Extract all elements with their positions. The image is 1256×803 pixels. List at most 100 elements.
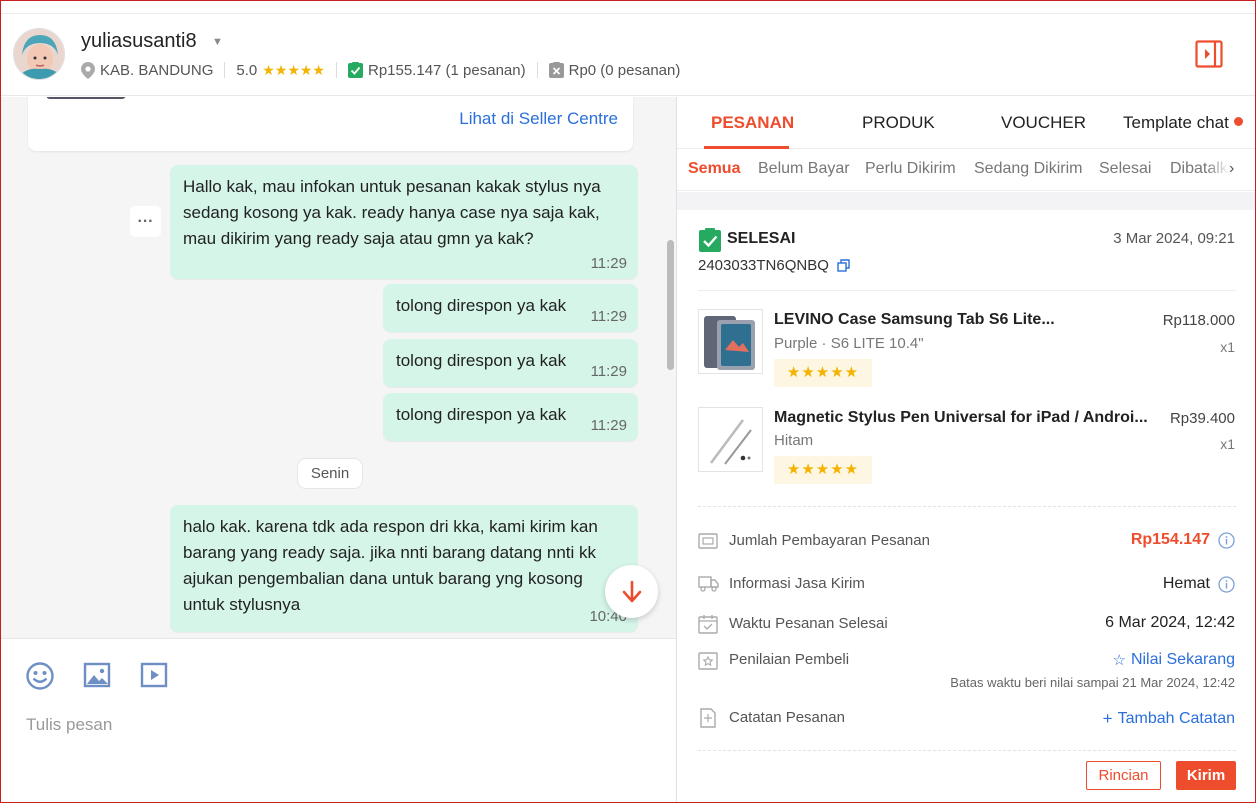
image-upload-icon[interactable] <box>83 661 113 691</box>
details-button[interactable]: Rincian <box>1086 761 1161 790</box>
divider <box>698 506 1236 507</box>
product-variant: Hitam <box>774 432 814 449</box>
order-complete-icon <box>699 228 721 257</box>
message-input[interactable] <box>26 713 646 737</box>
info-icon[interactable] <box>1218 575 1235 593</box>
day-separator: Senin <box>297 458 363 489</box>
message-bubble: tolong direspon ya kak 11:29 <box>383 284 638 332</box>
shipping-label: Informasi Jasa Kirim <box>729 575 865 592</box>
payment-label: Jumlah Pembayaran Pesanan <box>729 532 930 549</box>
info-icon[interactable] <box>1218 531 1235 549</box>
add-note-link[interactable]: Tambah Catatan <box>1118 710 1235 728</box>
message-text: tolong direspon ya kak <box>396 351 567 370</box>
order-status-filter: Semua Belum Bayar Perlu Dikirim Sedang D… <box>677 149 1256 191</box>
seller-centre-link[interactable]: Lihat di Seller Centre <box>459 109 618 129</box>
product-price: Rp118.000 <box>1162 312 1235 329</box>
section-spacer <box>677 192 1256 210</box>
divider <box>698 290 1236 291</box>
subtab-sedang-dikirim[interactable]: Sedang Dikirim <box>974 160 1082 178</box>
order-id: 2403033TN6QNBQ <box>698 257 829 274</box>
product-name[interactable]: LEVINO Case Samsung Tab S6 Lite... <box>774 311 1149 329</box>
product-image[interactable] <box>698 407 763 472</box>
payment-icon <box>698 531 718 556</box>
product-rating-stars: ★★★★★ <box>774 456 872 484</box>
message-time: 11:29 <box>590 255 627 272</box>
chat-messages[interactable]: Lihat di Seller Centre ··· Hallo kak, ma… <box>0 97 676 638</box>
video-upload-icon[interactable] <box>140 661 170 691</box>
message-time: 11:29 <box>590 417 627 434</box>
location-pin-icon <box>81 61 95 79</box>
avatar[interactable] <box>13 28 65 80</box>
plus-icon: + <box>1102 709 1113 728</box>
review-label: Penilaian Pembeli <box>729 651 850 668</box>
product-name[interactable]: Magnetic Stylus Pen Universal for iPad /… <box>774 409 1149 427</box>
cancelled-orders: Rp0 (0 pesanan) <box>568 61 681 79</box>
message-bubble: Hallo kak, mau infokan untuk pesanan kak… <box>170 165 638 279</box>
buyer-location: KAB. BANDUNG <box>100 61 214 79</box>
tab-pesanan[interactable]: PESANAN <box>711 113 794 133</box>
divider <box>335 62 337 78</box>
notes-action[interactable]: + Tambah Catatan <box>1103 709 1235 729</box>
message-more-button[interactable]: ··· <box>130 206 161 237</box>
product-quantity: x1 <box>1220 436 1235 452</box>
check-order-icon <box>347 62 363 78</box>
message-bubble: halo kak. karena tdk ada respon dri kka,… <box>170 505 638 632</box>
order-status: SELESAI <box>727 230 796 247</box>
product-thumbnail <box>46 97 126 99</box>
order-date: 3 Mar 2024, 09:21 <box>1113 230 1235 247</box>
product-variant: Purple · S6 LITE 10.4" <box>774 335 924 352</box>
chevron-right-icon[interactable]: › <box>1229 160 1234 178</box>
product-price: Rp39.400 <box>1169 410 1235 427</box>
product-card: Lihat di Seller Centre <box>28 97 633 151</box>
subtab-perlu-dikirim[interactable]: Perlu Dikirim <box>865 160 956 178</box>
message-text: tolong direspon ya kak <box>396 405 567 424</box>
tab-label: Template chat <box>1123 113 1229 132</box>
star-outline-icon: ☆ <box>1112 652 1126 669</box>
notes-label: Catatan Pesanan <box>729 709 845 726</box>
completed-time: 6 Mar 2024, 12:42 <box>1105 614 1235 631</box>
send-button[interactable]: Kirim <box>1176 761 1236 790</box>
divider <box>698 750 1236 751</box>
username: yuliasusanti8 <box>81 30 197 52</box>
calendar-icon <box>698 614 718 639</box>
review-action[interactable]: ☆ Nilai Sekarang <box>1112 651 1235 669</box>
review-icon <box>698 650 718 675</box>
subtab-selesai[interactable]: Selesai <box>1099 160 1151 178</box>
product-image[interactable] <box>698 309 763 374</box>
divider <box>536 62 538 78</box>
buyer-info: KAB. BANDUNG 5.0 ★★★★★ Rp155.147 (1 pesa… <box>81 60 680 80</box>
emoji-icon[interactable] <box>25 661 55 691</box>
shipping-value: Hemat <box>1163 575 1235 593</box>
tab-voucher[interactable]: VOUCHER <box>1001 113 1086 133</box>
message-composer <box>0 638 676 803</box>
chat-scrollbar[interactable] <box>667 240 674 370</box>
top-strip <box>0 0 1256 14</box>
chevron-down-icon[interactable]: ▼ <box>212 36 223 48</box>
note-icon <box>698 708 718 733</box>
copy-icon[interactable] <box>837 259 850 277</box>
product-quantity: x1 <box>1220 339 1235 355</box>
divider <box>224 62 226 78</box>
subtab-belum-bayar[interactable]: Belum Bayar <box>758 160 850 178</box>
truck-icon <box>698 574 720 597</box>
message-bubble: tolong direspon ya kak 11:29 <box>383 339 638 387</box>
rate-now-link[interactable]: Nilai Sekarang <box>1131 651 1235 669</box>
subtab-semua[interactable]: Semua <box>688 160 740 178</box>
message-text: halo kak. karena tdk ada respon dri kka,… <box>183 517 598 614</box>
arrow-down-icon <box>622 580 641 602</box>
payment-amount: Rp154.147 <box>1130 531 1210 548</box>
completed-orders: Rp155.147 (1 pesanan) <box>367 61 526 79</box>
rating-stars: ★★★★★ <box>262 61 325 78</box>
completed-time-value: 6 Mar 2024, 12:42 <box>1105 614 1235 632</box>
collapse-panel-icon[interactable] <box>1195 40 1223 68</box>
shipping-method: Hemat <box>1162 575 1210 592</box>
chat-header: yuliasusanti8 ▼ KAB. BANDUNG 5.0 ★★★★★ R… <box>0 14 1256 96</box>
notification-dot <box>1233 117 1243 126</box>
buyer-rating: 5.0 <box>236 61 258 79</box>
message-text: tolong direspon ya kak <box>396 296 567 315</box>
tab-produk[interactable]: PRODUK <box>862 113 935 133</box>
completed-time-label: Waktu Pesanan Selesai <box>729 615 888 632</box>
scroll-down-button[interactable] <box>605 565 658 618</box>
tab-template-chat[interactable]: Template chat <box>1123 113 1243 133</box>
panel-tabs: PESANAN PRODUK VOUCHER Template chat <box>677 97 1256 149</box>
